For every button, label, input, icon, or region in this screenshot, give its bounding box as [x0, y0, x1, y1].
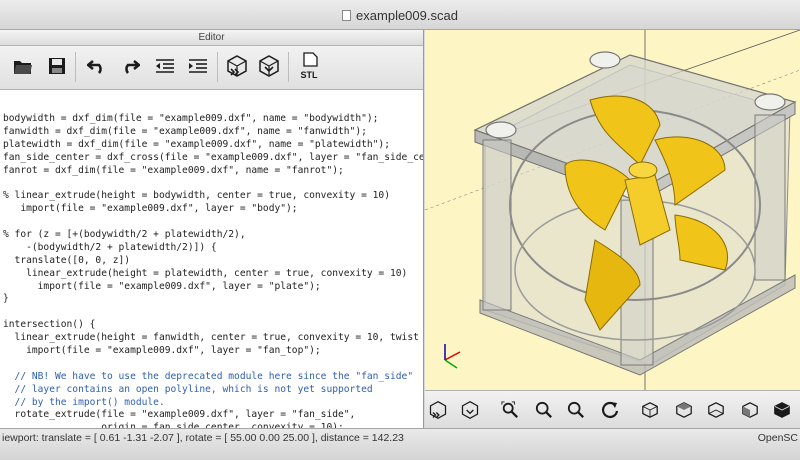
view-bottom-button[interactable] [703, 397, 729, 423]
zoom-in-button[interactable] [531, 397, 557, 423]
zoom-in-icon [535, 401, 552, 418]
code-line: // layer contains an open polyline, whic… [3, 383, 373, 395]
code-line: } [3, 293, 9, 305]
code-line: linear_extrude(height = platewidth, cent… [3, 267, 408, 279]
view-right-button[interactable] [637, 397, 663, 423]
code-line: translate([0, 0, z]) [3, 254, 131, 266]
cube-bottom-icon [708, 402, 724, 418]
viewport-status-text: iewport: translate = [ 0.61 -1.31 -2.07 … [2, 432, 404, 444]
3d-viewport[interactable] [425, 30, 800, 390]
code-line: platewidth = dxf_dim(file = "example009.… [3, 138, 390, 150]
preview-button[interactable] [222, 51, 252, 81]
window-titlebar: example009.scad [0, 0, 800, 30]
view-toolbar [425, 390, 800, 428]
indent-button[interactable] [183, 51, 213, 81]
render-cube-icon [461, 400, 479, 420]
fan-model-render [425, 30, 800, 390]
cube-top-icon [676, 402, 692, 418]
app-brand: OpenSC [757, 432, 798, 444]
code-editor[interactable]: bodywidth = dxf_dim(file = "example009.d… [0, 91, 423, 428]
reset-rotate-icon [602, 401, 619, 418]
undo-icon [87, 60, 102, 74]
status-bar: iewport: translate = [ 0.61 -1.31 -2.07 … [0, 428, 800, 460]
zoom-out-icon [567, 401, 584, 418]
editor-header: Editor [0, 30, 423, 46]
cube-left-icon [742, 402, 758, 418]
stl-icon: STL [301, 52, 319, 80]
code-line: import(file = "example009.dxf", layer = … [3, 345, 321, 357]
render-button[interactable] [254, 51, 284, 81]
zoom-out-button[interactable] [563, 397, 589, 423]
fan-hub [628, 161, 658, 179]
unindent-button[interactable] [150, 51, 180, 81]
code-line: rotate_extrude(file = "example009.dxf", … [3, 409, 356, 421]
reset-view-button[interactable] [597, 397, 623, 423]
undo-button[interactable] [82, 51, 112, 81]
code-line: // by the import() module. [3, 396, 165, 408]
code-line: % linear_extrude(height = bodywidth, cen… [3, 190, 390, 202]
code-line: fanrot = dxf_dim(file = "example009.dxf"… [3, 164, 344, 176]
code-line: % for (z = [+(bodywidth/2 + platewidth/2… [3, 229, 246, 241]
code-line: -(bodywidth/2 + platewidth/2)]) { [3, 241, 217, 253]
stl-label: STL [301, 70, 319, 80]
view-all-button[interactable] [497, 397, 523, 423]
preview-cube-icon [227, 55, 247, 77]
code-line: bodywidth = dxf_dim(file = "example009.d… [3, 113, 379, 124]
preview-view-button[interactable] [425, 397, 451, 423]
code-line: fan_side_center = dxf_cross(file = "exam… [3, 151, 423, 163]
zoom-fit-icon [501, 401, 518, 418]
axis-indicator [444, 344, 461, 369]
floppy-icon [49, 58, 65, 74]
unindent-icon [156, 59, 174, 73]
editor-panel: Editor STL bodywidth = dxf_dim(file = "e… [0, 30, 424, 428]
view-front-button[interactable] [769, 397, 795, 423]
cube-right-icon [642, 402, 658, 418]
editor-toolbar: STL [0, 46, 423, 90]
save-button[interactable] [42, 51, 72, 81]
code-line: linear_extrude(height = fanwidth, center… [14, 332, 419, 344]
window-title: example009.scad [0, 8, 800, 23]
code-line: intersection() { [3, 319, 96, 331]
folder-icon [14, 61, 32, 74]
code-line: import(file = "example009.dxf", layer = … [3, 280, 321, 292]
redo-icon [125, 60, 140, 74]
cube-front-icon [774, 402, 790, 418]
render-cube-icon [259, 55, 279, 77]
toolbar-separator [75, 52, 76, 82]
indent-icon [189, 59, 207, 73]
render-view-button[interactable] [457, 397, 483, 423]
view-left-button[interactable] [737, 397, 763, 423]
open-file-button[interactable] [8, 51, 38, 81]
preview-cube-icon [429, 400, 447, 420]
code-line: import(file = "example009.dxf", layer = … [3, 203, 298, 215]
toolbar-separator [288, 52, 289, 82]
redo-button[interactable] [115, 51, 145, 81]
code-line: fanwidth = dxf_dim(file = "example009.dx… [3, 125, 367, 137]
view-top-button[interactable] [671, 397, 697, 423]
toolbar-separator [217, 52, 218, 82]
export-stl-button[interactable]: STL [294, 51, 324, 81]
document-icon [342, 10, 352, 21]
window-title-text: example009.scad [356, 8, 458, 23]
code-line: // NB! We have to use the deprecated mod… [3, 370, 414, 382]
